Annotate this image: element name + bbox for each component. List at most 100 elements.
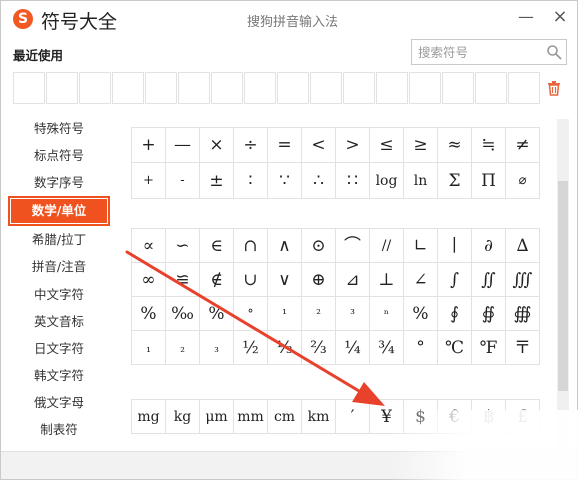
symbol-cell[interactable]: ± [199, 162, 234, 199]
recent-symbol-cell[interactable] [442, 72, 474, 104]
symbol-cell[interactable]: mg [131, 399, 166, 434]
symbol-cell[interactable]: ² [301, 296, 336, 331]
symbol-cell[interactable]: ∷ [335, 162, 370, 199]
symbol-cell[interactable]: ∈ [199, 228, 234, 263]
minimize-button[interactable]: — [513, 5, 539, 29]
symbol-cell[interactable]: ¥ [369, 399, 404, 434]
symbol-cell[interactable]: ¹ [267, 296, 302, 331]
recent-symbol-cell[interactable] [244, 72, 276, 104]
sidebar-category[interactable]: 数字序号 [11, 171, 107, 195]
symbol-cell[interactable]: cm [267, 399, 302, 434]
symbol-cell[interactable]: × [199, 127, 234, 163]
symbol-cell[interactable]: ≠ [505, 127, 540, 163]
symbol-cell[interactable]: ≌ [165, 262, 200, 297]
symbol-cell[interactable]: μm [199, 399, 234, 434]
recent-symbol-cell[interactable] [409, 72, 441, 104]
recent-symbol-cell[interactable] [310, 72, 342, 104]
recent-symbol-cell[interactable] [112, 72, 144, 104]
scrollbar-track[interactable] [557, 119, 569, 451]
symbol-cell[interactable]: ≤ [369, 127, 404, 163]
symbol-cell[interactable]: 〒 [505, 330, 540, 365]
close-button[interactable]: × [547, 5, 573, 29]
recent-symbol-cell[interactable] [13, 72, 45, 104]
symbol-cell[interactable]: ₂ [165, 330, 200, 365]
symbol-cell[interactable]: ≈ [437, 127, 472, 163]
sidebar-category[interactable]: 俄文字母 [11, 391, 107, 415]
symbol-cell[interactable]: ฿ [471, 399, 506, 434]
symbol-cell[interactable]: ⅔ [301, 330, 336, 365]
symbol-cell[interactable]: ÷ [233, 127, 268, 163]
symbol-cell[interactable]: < [301, 127, 336, 163]
symbol-cell[interactable]: ⌀ [505, 162, 540, 199]
symbol-cell[interactable]: ⊥ [369, 262, 404, 297]
recent-symbol-cell[interactable] [376, 72, 408, 104]
symbol-cell[interactable]: ∂ [471, 228, 506, 263]
symbol-cell[interactable]: ∆ [505, 228, 540, 263]
symbol-cell[interactable]: Σ [437, 162, 472, 199]
symbol-cell[interactable]: ¼ [335, 330, 370, 365]
symbol-cell[interactable]: > [335, 127, 370, 163]
symbol-cell[interactable]: $ [403, 399, 438, 434]
symbol-cell[interactable]: ∭ [505, 262, 540, 297]
symbol-cell[interactable]: ½ [233, 330, 268, 365]
symbol-cell[interactable]: ∉ [199, 262, 234, 297]
symbol-cell[interactable]: + [131, 127, 166, 163]
sidebar-category[interactable]: 中文字符 [11, 283, 107, 307]
symbol-cell[interactable]: ₃ [199, 330, 234, 365]
symbol-cell[interactable]: ∽ [165, 228, 200, 263]
sidebar-category[interactable]: 日文字符 [11, 337, 107, 361]
symbol-cell[interactable]: ℉ [471, 330, 506, 365]
symbol-cell[interactable]: € [437, 399, 472, 434]
symbol-cell[interactable]: ∩ [233, 228, 268, 263]
symbol-cell[interactable]: ‰ [165, 296, 200, 331]
symbol-cell[interactable]: + [131, 162, 166, 199]
symbol-cell[interactable]: km [301, 399, 336, 434]
symbol-cell[interactable]: ° [403, 330, 438, 365]
symbol-cell[interactable]: ⊿ [335, 262, 370, 297]
symbol-cell[interactable]: - [165, 162, 200, 199]
symbol-cell[interactable]: ⌒ [335, 228, 370, 263]
scrollbar-thumb[interactable] [558, 181, 568, 391]
symbol-cell[interactable]: ∞ [131, 262, 166, 297]
symbol-cell[interactable]: ° [233, 296, 268, 331]
search-icon[interactable] [546, 44, 562, 60]
symbol-cell[interactable]: = [267, 127, 302, 163]
symbol-cell[interactable]: ¾ [369, 330, 404, 365]
sidebar-category[interactable]: 制表符 [11, 418, 107, 442]
symbol-cell[interactable]: % [403, 296, 438, 331]
symbol-cell[interactable]: ∣ [437, 228, 472, 263]
sidebar-category[interactable]: 数学/单位 [8, 196, 110, 226]
recent-symbol-cell[interactable] [178, 72, 210, 104]
symbol-cell[interactable]: ⊕ [301, 262, 336, 297]
symbol-cell[interactable]: — [165, 127, 200, 163]
symbol-cell[interactable]: % [131, 296, 166, 331]
symbol-cell[interactable]: ⁿ [369, 296, 404, 331]
search-box[interactable] [411, 39, 567, 65]
symbol-cell[interactable]: ′ [335, 399, 370, 434]
symbol-cell[interactable]: log [369, 162, 404, 199]
recent-symbol-cell[interactable] [508, 72, 540, 104]
symbol-cell[interactable]: ∫ [437, 262, 472, 297]
symbol-cell[interactable]: £ [505, 399, 540, 434]
recent-symbol-cell[interactable] [475, 72, 507, 104]
symbol-cell[interactable]: Π [471, 162, 506, 199]
recent-symbol-cell[interactable] [46, 72, 78, 104]
recent-symbol-cell[interactable] [79, 72, 111, 104]
symbol-cell[interactable]: ℃ [437, 330, 472, 365]
symbol-cell[interactable]: ∪ [233, 262, 268, 297]
symbol-cell[interactable]: ∬ [471, 262, 506, 297]
recent-symbol-cell[interactable] [211, 72, 243, 104]
symbol-cell[interactable]: ∝ [131, 228, 166, 263]
symbol-cell[interactable]: ∮ [437, 296, 472, 331]
symbol-cell[interactable]: // [369, 228, 404, 263]
symbol-cell[interactable]: ∨ [267, 262, 302, 297]
symbol-cell[interactable]: ∶ [233, 162, 268, 199]
sidebar-category[interactable]: 拼音/注音 [11, 255, 107, 279]
symbol-cell[interactable]: ∵ [267, 162, 302, 199]
symbol-cell[interactable]: ₁ [131, 330, 166, 365]
symbol-cell[interactable]: ≥ [403, 127, 438, 163]
sidebar-category[interactable]: 希腊/拉丁 [11, 228, 107, 252]
symbol-cell[interactable]: ∠ [403, 262, 438, 297]
symbol-cell[interactable]: % [199, 296, 234, 331]
symbol-cell[interactable]: ≒ [471, 127, 506, 163]
